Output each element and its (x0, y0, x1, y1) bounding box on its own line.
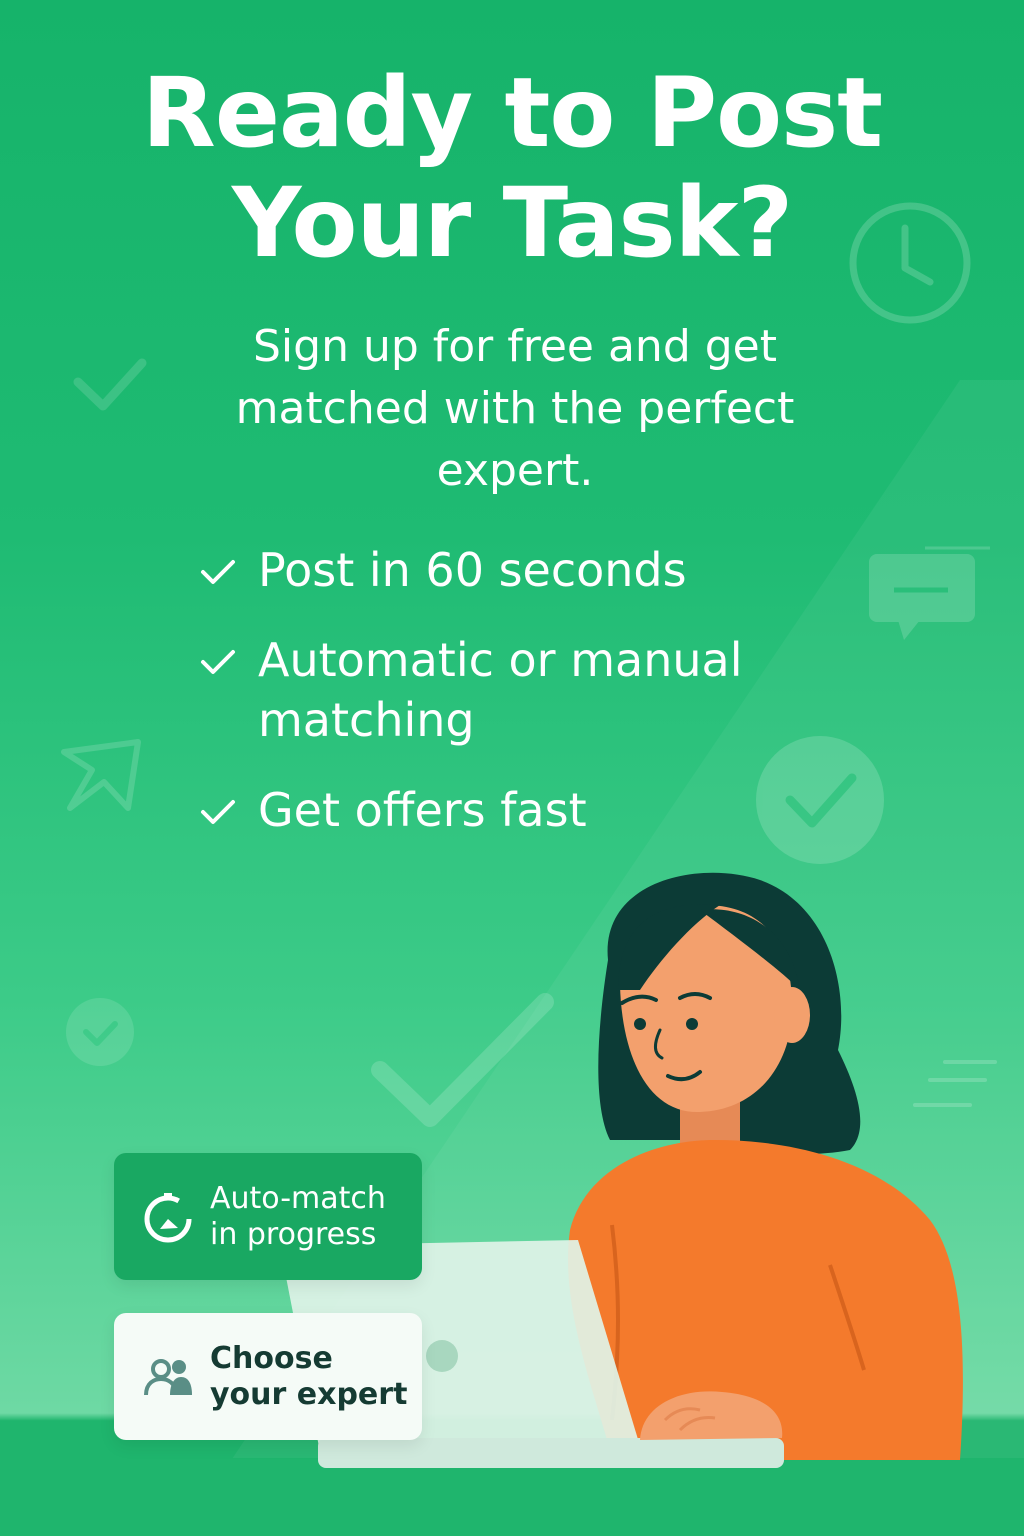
desk (0, 1458, 1024, 1536)
paper-plane-icon (61, 739, 141, 811)
auto-match-label: Auto-match in progress (210, 1180, 386, 1252)
people-icon (144, 1358, 192, 1395)
choose-expert-card[interactable]: Choose your expert (114, 1313, 422, 1440)
checkmark-icon (73, 358, 147, 411)
feature-item: Get offers fast (196, 780, 816, 840)
feature-label: Get offers fast (258, 783, 587, 837)
choose-expert-label: Choose your expert (210, 1340, 408, 1412)
headline-line-1: Ready to Post (141, 57, 883, 169)
eye (634, 1018, 646, 1030)
checkmark-icon (201, 560, 235, 584)
feature-list: Post in 60 seconds Automatic or manual m… (196, 540, 816, 870)
auto-match-card: Auto-match in progress (114, 1153, 422, 1280)
progress-ring-icon (144, 1192, 192, 1242)
feature-label: Automatic or manual matching (258, 633, 743, 747)
subtitle: Sign up for free and get matched with th… (235, 321, 795, 496)
checkmark-icon (201, 650, 235, 674)
checkmark-icon (201, 800, 235, 824)
eye (686, 1018, 698, 1030)
chat-bubble-icon (869, 546, 990, 640)
headline: Ready to Post Your Task? (0, 58, 1024, 278)
feature-label: Post in 60 seconds (258, 543, 687, 597)
feature-item: Post in 60 seconds (196, 540, 816, 600)
headline-line-2: Your Task? (231, 167, 793, 279)
feature-item: Automatic or manual matching (196, 630, 816, 750)
